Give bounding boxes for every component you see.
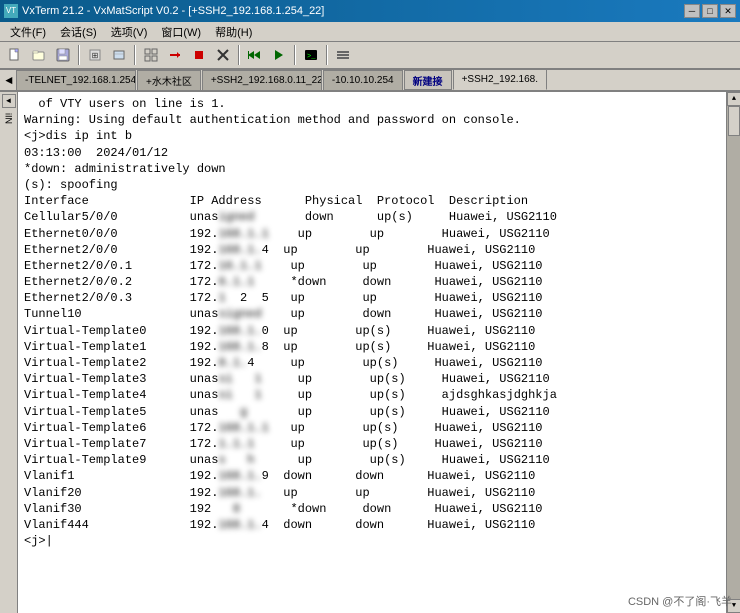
term-line-5: (s): spoofing xyxy=(24,177,720,193)
watermark: CSDN @不了阁·飞羊 xyxy=(628,593,732,609)
toolbar-x[interactable] xyxy=(212,44,234,66)
open-button[interactable] xyxy=(28,44,50,66)
sidebar-label[interactable]: iIN xyxy=(4,113,14,124)
toolbar-sep-2 xyxy=(134,45,136,65)
tab-ssh2-active[interactable]: +SSH2_192.168. xyxy=(453,70,547,90)
scroll-track[interactable] xyxy=(727,106,740,599)
term-line-15: Virtual-Template2 192.8.1.4 up up(s) Hua… xyxy=(24,355,720,371)
term-line-23: Vlanif20 192.168.1. up up Huawei, USG211… xyxy=(24,485,720,501)
term-line-24: Vlanif30 192 8 *down down Huawei, USG211… xyxy=(24,501,720,517)
term-line-21: Virtual-Template9 unass h up up(s) Huawe… xyxy=(24,452,720,468)
term-line-17: Virtual-Template4 unassi 1 up up(s) ajds… xyxy=(24,387,720,403)
title-bar: VT VxTerm 21.2 - VxMatScript V0.2 - [+SS… xyxy=(0,0,740,22)
toolbar-stop[interactable] xyxy=(188,44,210,66)
svg-text:>_: >_ xyxy=(307,53,316,61)
menu-file[interactable]: 文件(F) xyxy=(4,23,52,41)
tab-shuimu[interactable]: +水木社区 xyxy=(137,70,201,90)
term-line-18: Virtual-Template5 unas g up up(s) Huawei… xyxy=(24,404,720,420)
menu-options[interactable]: 选项(V) xyxy=(105,23,154,41)
term-line-25: Vlanif444 192.168.1.4 down down Huawei, … xyxy=(24,517,720,533)
toolbar-play[interactable] xyxy=(268,44,290,66)
term-line-11: Ethernet2/0/0.3 172.1 2 5 up up Huawei, … xyxy=(24,290,720,306)
tab-10-10[interactable]: -10.10.10.254 xyxy=(323,70,403,90)
term-line-9: Ethernet2/0/0.1 172.16.1.1 up up Huawei,… xyxy=(24,258,720,274)
left-sidebar: ◄ iIN xyxy=(0,92,18,613)
menu-help[interactable]: 帮助(H) xyxy=(209,23,258,41)
toolbar-grid-btn[interactable] xyxy=(140,44,162,66)
term-line-4: *down: administratively down xyxy=(24,161,720,177)
toolbar-play-back[interactable] xyxy=(244,44,266,66)
menu-window[interactable]: 窗口(W) xyxy=(155,23,207,41)
close-button[interactable]: ✕ xyxy=(720,4,736,18)
maximize-button[interactable]: □ xyxy=(702,4,718,18)
scroll-thumb[interactable] xyxy=(728,106,740,136)
term-line-12: Tunnel10 unassigned up down Huawei, USG2… xyxy=(24,306,720,322)
window-title: VxTerm 21.2 - VxMatScript V0.2 - [+SSH2_… xyxy=(22,5,324,17)
tab-new-conn[interactable]: 新建接 xyxy=(404,70,452,90)
menu-bar: 文件(F) 会话(S) 选项(V) 窗口(W) 帮助(H) xyxy=(0,22,740,42)
app-icon: VT xyxy=(4,4,18,18)
terminal-area[interactable]: of VTY users on line is 1. Warning: Usin… xyxy=(18,92,726,613)
term-line-3: 03:13:00 2024/01/12 xyxy=(24,145,720,161)
menu-session[interactable]: 会话(S) xyxy=(54,23,103,41)
tab-bar: ◄ -TELNET_192.168.1.254_23(0) +水木社区 +SSH… xyxy=(0,70,740,92)
term-line-22: Vlanif1 192.168.1.9 down down Huawei, US… xyxy=(24,468,720,484)
save-button[interactable] xyxy=(52,44,74,66)
terminal-scrollbar: ▲ ▼ xyxy=(726,92,740,613)
term-line-prompt: <j>| xyxy=(24,533,720,549)
scroll-up-btn[interactable]: ▲ xyxy=(727,92,740,106)
title-bar-left: VT VxTerm 21.2 - VxMatScript V0.2 - [+SS… xyxy=(4,4,324,18)
main-area: ◄ iIN of VTY users on line is 1. Warning… xyxy=(0,92,740,613)
term-line-1: Warning: Using default authentication me… xyxy=(24,112,720,128)
toolbar-sep-3 xyxy=(238,45,240,65)
term-line-header: Interface IP Address Physical Protocol D… xyxy=(24,193,720,209)
title-controls: ─ □ ✕ xyxy=(684,4,736,18)
toolbar-terminal[interactable]: >_ xyxy=(300,44,322,66)
sidebar-arrow-up[interactable]: ◄ xyxy=(2,94,16,108)
term-line-6: Cellular5/0/0 unasigned down up(s) Huawe… xyxy=(24,209,720,225)
tab-telnet[interactable]: -TELNET_192.168.1.254_23(0) xyxy=(16,70,136,90)
term-line-7: Ethernet0/0/0 192.168.1.1 up up Huawei, … xyxy=(24,226,720,242)
term-line-10: Ethernet2/0/0.2 172.6.1.1 *down down Hua… xyxy=(24,274,720,290)
svg-text:⊞: ⊞ xyxy=(92,52,99,61)
term-line-19: Virtual-Template6 172.168.1.1 up up(s) H… xyxy=(24,420,720,436)
new-button[interactable] xyxy=(4,44,26,66)
tab-ssh2-011[interactable]: +SSH2_192.168.0.11_22(0) xyxy=(202,70,322,90)
toolbar-more[interactable] xyxy=(332,44,354,66)
toolbar: ⊞ >_ xyxy=(0,42,740,70)
toolbar-sep-5 xyxy=(326,45,328,65)
term-line-20: Virtual-Template7 172.1.1.1 up up(s) Hua… xyxy=(24,436,720,452)
toolbar-disconnect[interactable] xyxy=(164,44,186,66)
term-line-14: Virtual-Template1 192.168.1.8 up up(s) H… xyxy=(24,339,720,355)
term-line-8: Ethernet2/0/0 192.168.1.4 up up Huawei, … xyxy=(24,242,720,258)
term-line-13: Virtual-Template0 192.168.1.0 up up(s) H… xyxy=(24,323,720,339)
toolbar-sep-4 xyxy=(294,45,296,65)
tab-scroll-left[interactable]: ◄ xyxy=(2,72,16,90)
term-line-16: Virtual-Template3 unassi 1 up up(s) Huaw… xyxy=(24,371,720,387)
toolbar-btn-a[interactable]: ⊞ xyxy=(84,44,106,66)
toolbar-sep-1 xyxy=(78,45,80,65)
term-line-0: of VTY users on line is 1. xyxy=(24,96,720,112)
toolbar-btn-b[interactable] xyxy=(108,44,130,66)
term-line-2: <j>dis ip int b xyxy=(24,128,720,144)
minimize-button[interactable]: ─ xyxy=(684,4,700,18)
